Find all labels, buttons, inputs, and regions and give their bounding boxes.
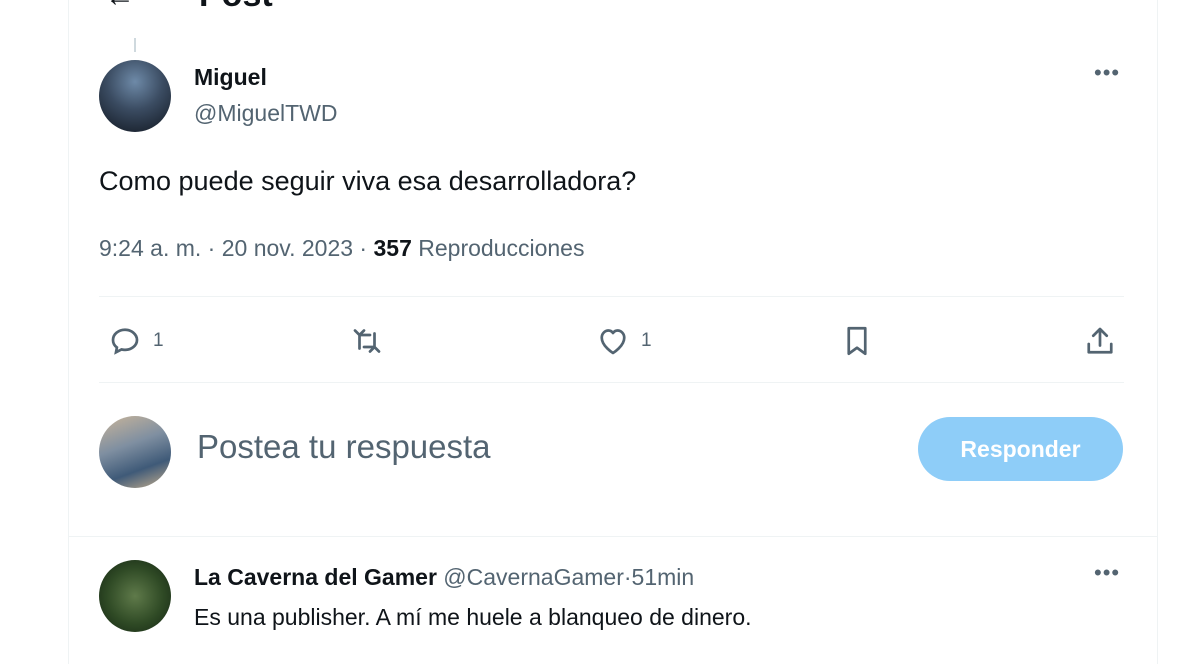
reply-author-avatar[interactable] <box>99 560 171 632</box>
more-options-icon[interactable]: ••• <box>1094 562 1120 584</box>
reply-icon <box>111 328 139 355</box>
share-action-button[interactable] <box>1082 322 1118 360</box>
reply-time[interactable]: 51min <box>632 564 695 590</box>
page-title: Post <box>199 0 273 15</box>
reply-author-name[interactable]: La Caverna del Gamer <box>194 564 437 590</box>
reply-count: 1 <box>153 330 164 351</box>
divider <box>99 296 1124 297</box>
reply-header: La Caverna del Gamer @CavernaGamer·51min <box>194 564 694 591</box>
author-avatar[interactable] <box>99 60 171 132</box>
timeline-column: ← Post Miguel @MiguelTWD ••• Como puede … <box>68 0 1158 664</box>
arrow-left-icon[interactable]: ← <box>105 0 135 14</box>
divider <box>99 382 1124 383</box>
post-time[interactable]: 9:24 a. m. <box>99 235 201 261</box>
repost-action-button[interactable] <box>349 322 395 360</box>
author-handle[interactable]: @MiguelTWD <box>194 100 337 127</box>
reply-author-handle[interactable]: @CavernaGamer <box>443 564 624 590</box>
post-meta: 9:24 a. m. · 20 nov. 2023 · 357 Reproduc… <box>99 235 584 262</box>
more-options-icon[interactable]: ••• <box>1094 62 1120 84</box>
views-label: Reproducciones <box>418 235 585 261</box>
reply-action-button[interactable]: 1 <box>107 322 164 360</box>
meta-separator: · <box>359 235 368 261</box>
author-name[interactable]: Miguel <box>194 64 267 91</box>
thread-connector-line <box>134 38 136 52</box>
divider <box>69 536 1157 537</box>
post-date[interactable]: 20 nov. 2023 <box>222 235 353 261</box>
meta-separator: · <box>207 235 216 261</box>
heart-icon <box>600 329 626 355</box>
share-icon <box>1087 327 1113 354</box>
reply-submit-button[interactable]: Responder <box>918 417 1123 481</box>
page-header: ← Post <box>69 0 1157 15</box>
repost-icon <box>353 329 381 353</box>
views-count: 357 <box>373 235 412 261</box>
current-user-avatar[interactable] <box>99 416 171 488</box>
bookmark-icon <box>847 326 867 356</box>
like-count: 1 <box>641 330 652 351</box>
reply-composer-input[interactable] <box>197 428 797 466</box>
meta-separator: · <box>623 564 632 590</box>
post-text: Como puede seguir viva esa desarrollador… <box>99 166 637 196</box>
reply-text: Es una publisher. A mí me huele a blanqu… <box>194 604 752 630</box>
bookmark-action-button[interactable] <box>839 322 875 360</box>
like-action-button[interactable]: 1 <box>595 322 652 360</box>
